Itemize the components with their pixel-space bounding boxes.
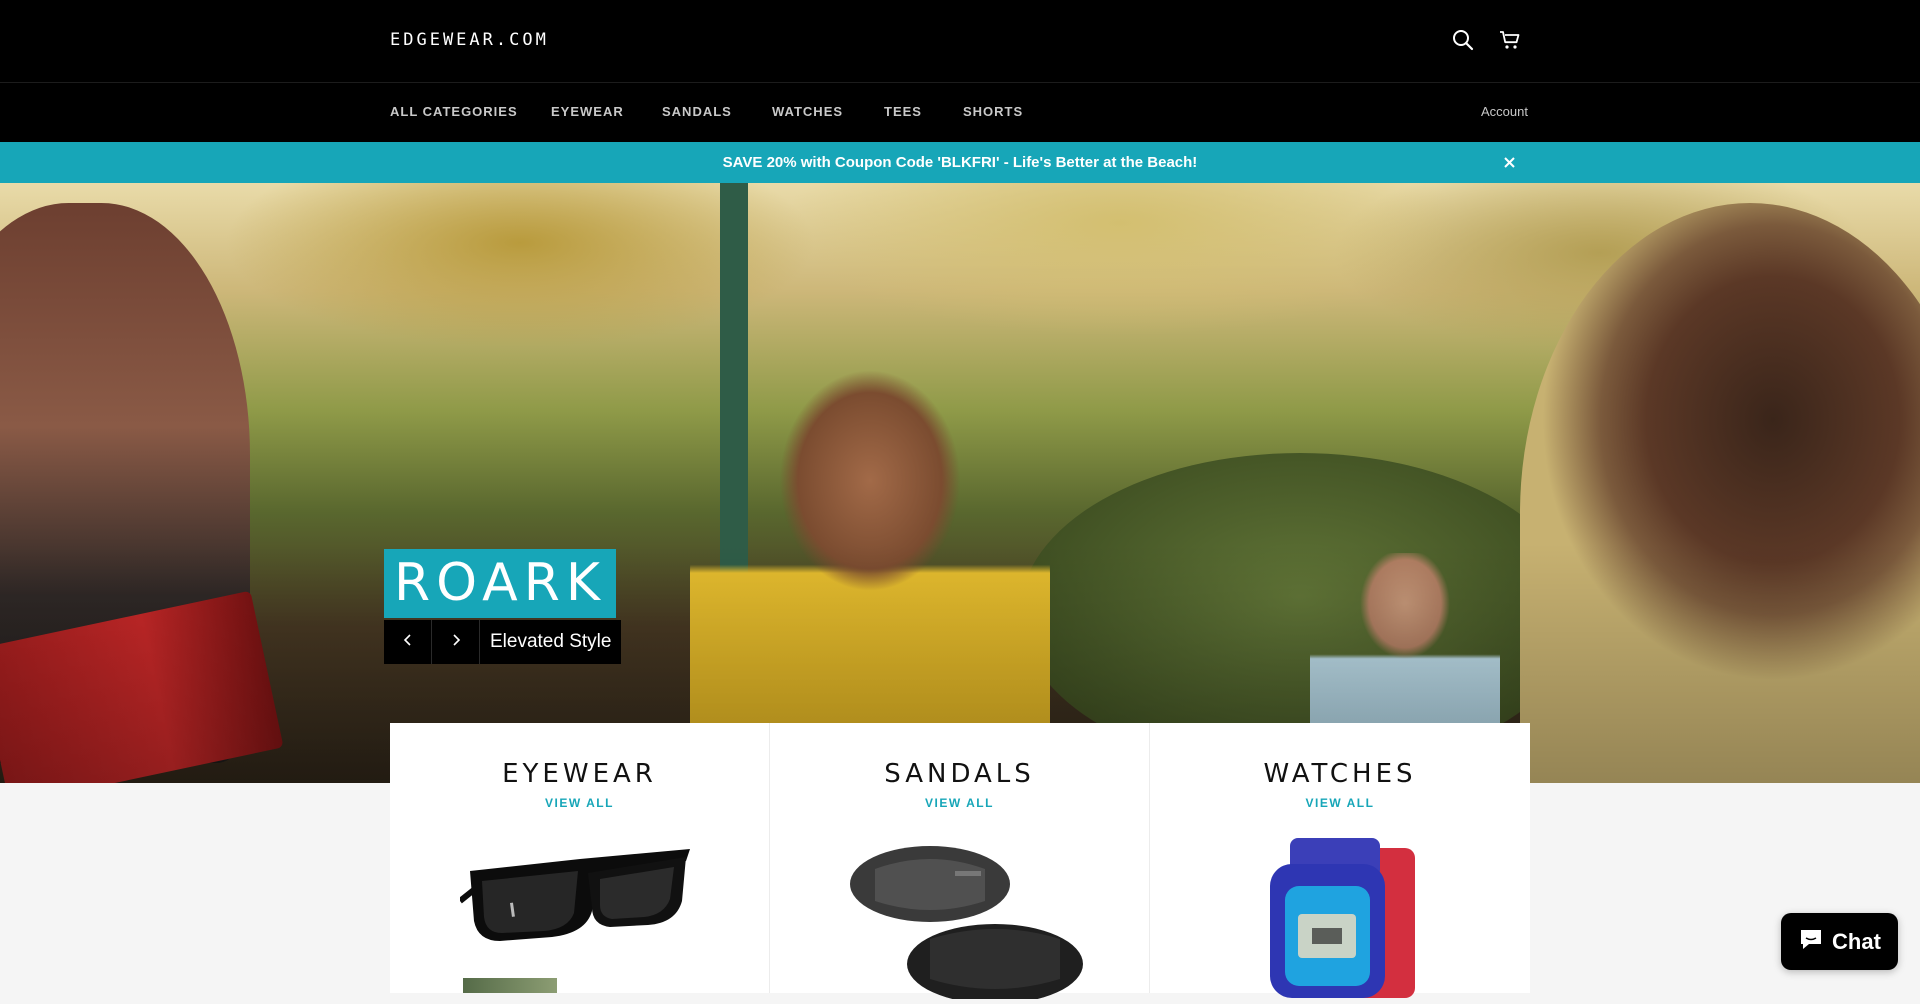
slide-title: ROARK: [384, 549, 616, 618]
slide-prev-button[interactable]: [384, 620, 432, 664]
hero-image: [0, 183, 1920, 783]
slide-controls: Elevated Style: [384, 620, 622, 664]
collection-card-eyewear[interactable]: EYEWEAR VIEW ALL: [390, 723, 770, 993]
collection-title[interactable]: WATCHES: [1150, 759, 1530, 789]
nav-item-watches[interactable]: WATCHES: [772, 104, 843, 119]
site-header: EDGEWEAR.COM: [0, 0, 1920, 83]
nav-item-all-categories[interactable]: ALL CATEGORIES: [390, 104, 518, 119]
collection-title[interactable]: EYEWEAR: [390, 759, 769, 789]
close-icon[interactable]: [1500, 153, 1519, 172]
chat-bubble-icon: [1798, 927, 1824, 957]
chat-label: Chat: [1832, 928, 1881, 954]
collection-card-sandals[interactable]: SANDALS VIEW ALL: [770, 723, 1150, 1004]
collection-card-watches[interactable]: WATCHES VIEW ALL: [1150, 723, 1530, 998]
view-all-link[interactable]: VIEW ALL: [770, 796, 1149, 810]
watch-image[interactable]: [1250, 838, 1430, 1003]
announcement-text[interactable]: SAVE 20% with Coupon Code 'BLKFRI' - Lif…: [0, 154, 1920, 171]
slide-subtitle[interactable]: Elevated Style: [480, 620, 621, 664]
main-nav: ALL CATEGORIES EYEWEAR SANDALS WATCHES T…: [0, 83, 1920, 142]
product-thumbnail[interactable]: [463, 978, 557, 993]
account-link[interactable]: Account: [1481, 104, 1528, 119]
cart-icon[interactable]: [1498, 28, 1522, 52]
sandals-image[interactable]: [835, 839, 1085, 1004]
sunglasses-image[interactable]: [457, 841, 700, 956]
view-all-link[interactable]: VIEW ALL: [1150, 796, 1530, 810]
chevron-right-icon: [451, 633, 461, 651]
view-all-link[interactable]: VIEW ALL: [390, 796, 769, 810]
search-icon[interactable]: [1451, 28, 1475, 52]
chevron-left-icon: [403, 633, 413, 651]
nav-item-tees[interactable]: TEES: [884, 104, 922, 119]
nav-item-shorts[interactable]: SHORTS: [963, 104, 1023, 119]
collection-title[interactable]: SANDALS: [770, 759, 1149, 789]
hero-overlay: [0, 183, 1920, 783]
slide-next-button[interactable]: [432, 620, 480, 664]
announcement-bar: SAVE 20% with Coupon Code 'BLKFRI' - Lif…: [0, 142, 1920, 183]
chat-button[interactable]: Chat: [1781, 913, 1898, 970]
site-logo[interactable]: EDGEWEAR.COM: [390, 30, 549, 50]
collection-grid: EYEWEAR VIEW ALL SANDALS VIEW ALL WATCHE…: [390, 723, 1530, 1004]
nav-item-sandals[interactable]: SANDALS: [662, 104, 732, 119]
nav-item-eyewear[interactable]: EYEWEAR: [551, 104, 624, 119]
